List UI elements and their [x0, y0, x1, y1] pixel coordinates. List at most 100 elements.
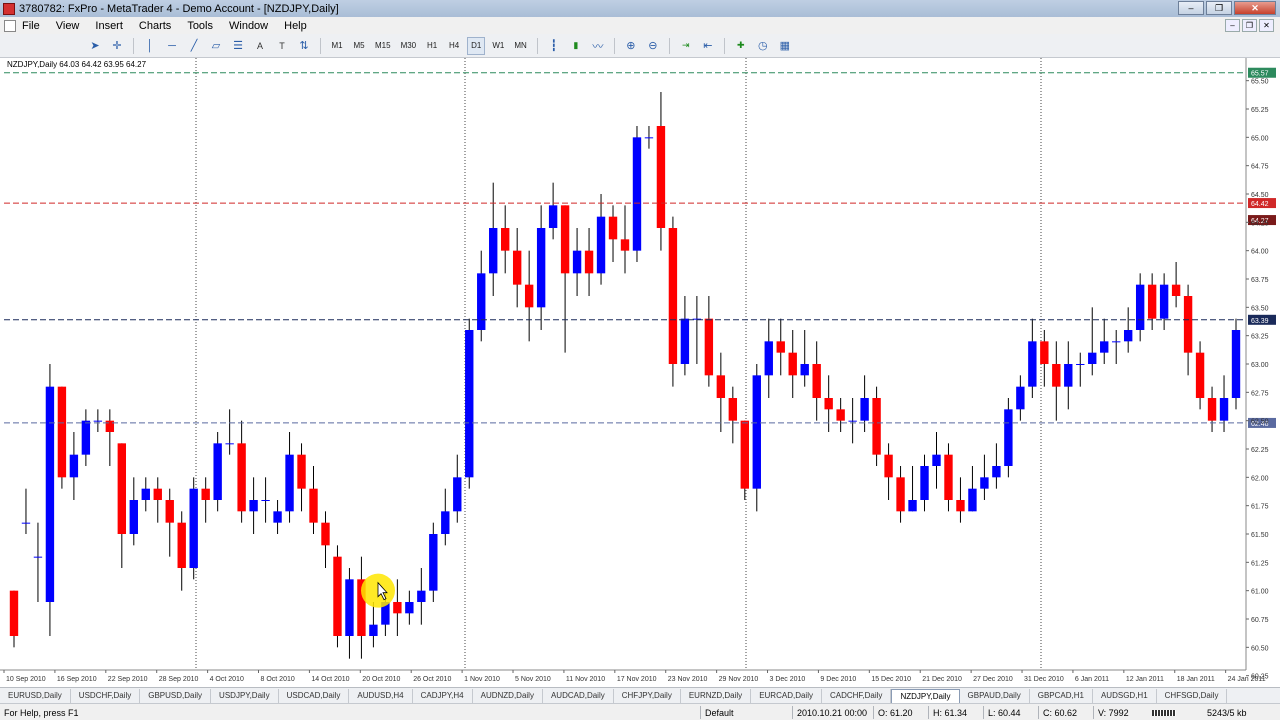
text-label-tool-button[interactable]: T — [273, 37, 291, 55]
indicators-icon[interactable]: ✚ — [732, 37, 750, 55]
status-close: C: 60.62 — [1043, 708, 1078, 718]
templates-icon[interactable]: ▦ — [776, 37, 794, 55]
chart-tab[interactable]: CHFJPY,Daily — [614, 688, 681, 703]
candle-body — [105, 420, 115, 432]
chart-tab[interactable]: USDJPY,Daily — [211, 688, 279, 703]
toolbar-separator — [613, 37, 615, 54]
crosshair-tool-icon[interactable]: ✛ — [108, 37, 126, 55]
candle-body — [1112, 341, 1121, 343]
status-separator — [983, 706, 984, 719]
vertical-line-icon[interactable]: │ — [141, 37, 159, 55]
candle-body — [968, 488, 977, 512]
price-tick-label: 63.00 — [1251, 362, 1269, 369]
menu-view[interactable]: View — [56, 20, 80, 32]
chart-tab[interactable]: USDCAD,Daily — [279, 688, 350, 703]
timeframe-h1[interactable]: H1 — [423, 37, 441, 55]
candle-body — [45, 386, 55, 602]
candle-body — [560, 205, 570, 274]
child-restore-button[interactable]: ❐ — [1242, 19, 1257, 32]
timeframe-m15[interactable]: M15 — [372, 37, 394, 55]
chart-tabs: EURUSD,Daily USDCHF,Daily GBPUSD,Daily U… — [0, 687, 1280, 703]
candle-body — [465, 330, 474, 478]
candle-body — [620, 239, 630, 251]
candle-body — [429, 534, 438, 591]
candle-body — [117, 443, 127, 534]
candle-body — [297, 454, 306, 489]
chart-tab[interactable]: GBPCAD,H1 — [1030, 688, 1093, 703]
text-tool-button[interactable]: A — [251, 37, 269, 55]
chart-shift-icon[interactable]: ⇤ — [699, 37, 717, 55]
time-tick-label: 17 Nov 2010 — [617, 676, 657, 683]
chart-tab[interactable]: AUDNZD,Daily — [473, 688, 543, 703]
close-button[interactable]: ✕ — [1234, 1, 1276, 15]
chart-tab[interactable]: GBPUSD,Daily — [140, 688, 212, 703]
chart-doc-icon[interactable] — [4, 19, 16, 32]
candle-body — [920, 466, 929, 500]
bar-chart-icon[interactable]: ┇ — [545, 37, 563, 55]
child-close-button[interactable]: ✕ — [1259, 19, 1274, 32]
cursor-tool-icon[interactable]: ➤ — [86, 37, 104, 55]
timeframe-m5[interactable]: M5 — [350, 37, 368, 55]
chart-tab[interactable]: EURUSD,Daily — [0, 688, 71, 703]
time-tick-label: 12 Jan 2011 — [1126, 676, 1164, 683]
timeframe-m1[interactable]: M1 — [328, 37, 346, 55]
menu-insert[interactable]: Insert — [95, 20, 123, 32]
zoom-out-icon[interactable]: ⊖ — [644, 37, 662, 55]
candlestick-chart[interactable]: 65.5764.4264.2763.3962.4865.5065.2565.00… — [0, 58, 1280, 687]
line-chart-icon[interactable]: 〰 — [589, 37, 607, 55]
timeframe-mn[interactable]: MN — [511, 37, 529, 55]
candle-body — [57, 386, 67, 478]
timeframe-d1[interactable]: D1 — [467, 36, 486, 55]
candle-body — [812, 364, 821, 398]
candlestick-chart-icon[interactable]: ▮ — [567, 37, 585, 55]
time-tick-label: 1 Nov 2010 — [464, 676, 500, 683]
timeframe-h4[interactable]: H4 — [445, 37, 463, 55]
menu-charts[interactable]: Charts — [139, 20, 171, 32]
chart-tab[interactable]: CADCHF,Daily — [822, 688, 892, 703]
candle-body — [393, 602, 402, 614]
child-minimize-button[interactable]: – — [1225, 19, 1240, 32]
periods-clock-icon[interactable]: ◷ — [754, 37, 772, 55]
candle-body — [345, 579, 354, 636]
candle-body — [21, 522, 31, 524]
candle-body — [1231, 330, 1241, 398]
price-chart[interactable]: 65.57 64.42 64.27 63.39 62.48 65.50 65.25 65.00… — [0, 58, 1280, 687]
menu-tools[interactable]: Tools — [187, 20, 213, 32]
candle-body — [285, 454, 294, 512]
arrows-tool-icon[interactable]: ⇅ — [295, 37, 313, 55]
candle-body — [1219, 398, 1229, 421]
zoom-in-icon[interactable]: ⊕ — [622, 37, 640, 55]
candle-body — [956, 500, 965, 512]
status-traffic: 5243/5 kb — [1207, 708, 1247, 718]
price-tick-label: 65.25 — [1251, 107, 1269, 114]
autoscroll-icon[interactable]: ⇥ — [677, 37, 695, 55]
menu-help[interactable]: Help — [284, 20, 307, 32]
minimize-button[interactable]: – — [1178, 1, 1204, 15]
channel-icon[interactable]: ▱ — [207, 37, 225, 55]
chart-tab-active[interactable]: NZDJPY,Daily — [891, 688, 960, 703]
title-bar: 3780782: FxPro - MetaTrader 4 - Demo Acc… — [0, 0, 1280, 17]
status-separator — [1093, 706, 1094, 719]
chart-tab[interactable]: AUDUSD,H4 — [349, 688, 413, 703]
chart-tab[interactable]: USDCHF,Daily — [71, 688, 141, 703]
candle-body — [1088, 352, 1097, 364]
menu-window[interactable]: Window — [229, 20, 268, 32]
maximize-button[interactable]: ❐ — [1206, 1, 1232, 15]
chart-tab[interactable]: EURCAD,Daily — [751, 688, 822, 703]
candle-body — [441, 511, 450, 534]
chart-tab[interactable]: CADJPY,H4 — [413, 688, 473, 703]
fibonacci-icon[interactable]: ☰ — [229, 37, 247, 55]
candle-body — [1135, 284, 1145, 330]
chart-tab[interactable]: CHFSGD,Daily — [1157, 688, 1228, 703]
menu-file[interactable]: File — [22, 20, 40, 32]
timeframe-w1[interactable]: W1 — [489, 37, 507, 55]
trendline-icon[interactable]: ╱ — [185, 37, 203, 55]
chart-tab[interactable]: AUDCAD,Daily — [543, 688, 614, 703]
chart-tab[interactable]: EURNZD,Daily — [681, 688, 752, 703]
timeframe-m30[interactable]: M30 — [398, 37, 420, 55]
candle-body — [369, 624, 378, 636]
chart-tab[interactable]: GBPAUD,Daily — [960, 688, 1030, 703]
toolbar-separator — [723, 37, 725, 54]
horizontal-line-icon[interactable]: ─ — [163, 37, 181, 55]
chart-tab[interactable]: AUDSGD,H1 — [1093, 688, 1157, 703]
